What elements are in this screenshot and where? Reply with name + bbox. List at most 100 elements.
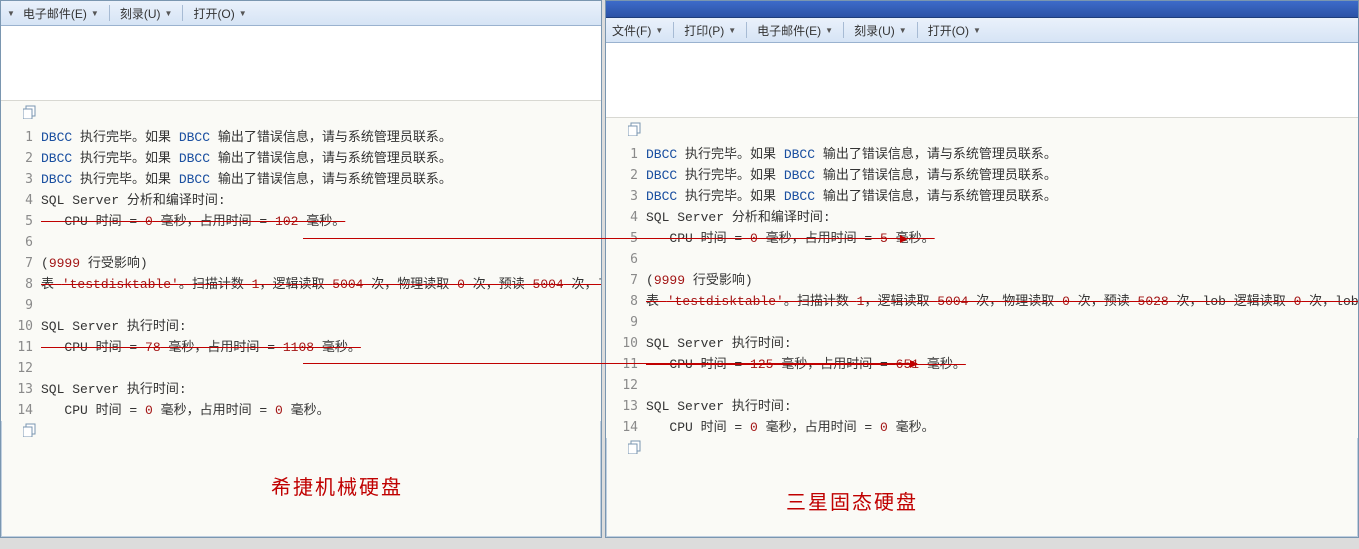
line-number: 3 [606,186,646,207]
line-text: CPU 时间 = 0 毫秒，占用时间 = 102 毫秒。 [41,211,345,232]
right-titlebar [606,1,1358,18]
line-text: SQL Server 执行时间: [646,396,792,417]
line-text: (9999 行受影响) [646,270,753,291]
line-number: 6 [1,232,41,253]
arrow-elapsed-exec [303,363,917,364]
code-line: 5 CPU 时间 = 0 毫秒，占用时间 = 102 毫秒。 [1,211,601,232]
line-text: DBCC 执行完毕。如果 DBCC 输出了错误信息，请与系统管理员联系。 [41,127,452,148]
line-text: SQL Server 执行时间: [41,316,187,337]
code-line: 13SQL Server 执行时间: [1,379,601,400]
toolbar-open[interactable]: 打开(O) ▼ [926,22,983,39]
line-text: 表 'testdisktable'。扫描计数 1，逻辑读取 5004 次，物理读… [646,291,1359,312]
line-text: SQL Server 执行时间: [41,379,187,400]
code-line: 6 [606,249,1358,270]
line-text: SQL Server 执行时间: [646,333,792,354]
toolbar-file[interactable]: 文件(F) ▼ [610,22,665,39]
code-line: 3DBCC 执行完毕。如果 DBCC 输出了错误信息，请与系统管理员联系。 [1,169,601,190]
dropdown-icon[interactable]: ▼ [7,9,15,18]
line-text: DBCC 执行完毕。如果 DBCC 输出了错误信息，请与系统管理员联系。 [646,165,1057,186]
code-line: 9 [606,312,1358,333]
arrow-elapsed-compile [303,238,907,239]
line-number: 10 [1,316,41,337]
copy-icon[interactable] [628,122,644,136]
line-number: 8 [606,291,646,312]
code-line: 14 CPU 时间 = 0 毫秒，占用时间 = 0 毫秒。 [1,400,601,421]
line-number: 7 [606,270,646,291]
line-text: SQL Server 分析和编译时间: [646,207,831,228]
toolbar-open[interactable]: 打开(O) ▼ [191,5,248,22]
code-line: 1DBCC 执行完毕。如果 DBCC 输出了错误信息，请与系统管理员联系。 [606,144,1358,165]
line-number: 2 [1,148,41,169]
code-line: 7(9999 行受影响) [1,253,601,274]
line-number: 14 [1,400,41,421]
code-line: 10SQL Server 执行时间: [606,333,1358,354]
line-number: 5 [1,211,41,232]
code-line: 11 CPU 时间 = 125 毫秒，占用时间 = 651 毫秒。 [606,354,1358,375]
copy-icon[interactable] [23,105,39,119]
toolbar-burn[interactable]: 刻录(U) ▼ [118,5,175,22]
code-line: 2DBCC 执行完毕。如果 DBCC 输出了错误信息，请与系统管理员联系。 [1,148,601,169]
line-number: 12 [606,375,646,396]
line-text: CPU 时间 = 78 毫秒，占用时间 = 1108 毫秒。 [41,337,361,358]
right-subtoolbar [606,43,1358,118]
code-line: 9 [1,295,601,316]
toolbar-email[interactable]: 电子邮件(E) ▼ [21,5,101,22]
line-number: 11 [1,337,41,358]
line-number: 14 [606,417,646,438]
code-line: 11 CPU 时间 = 78 毫秒，占用时间 = 1108 毫秒。 [1,337,601,358]
code-line: 12 [1,358,601,379]
line-number: 12 [1,358,41,379]
line-number: 1 [606,144,646,165]
code-line: 3DBCC 执行完毕。如果 DBCC 输出了错误信息，请与系统管理员联系。 [606,186,1358,207]
line-text: 表 'testdisktable'。扫描计数 1，逻辑读取 5004 次，物理读… [41,274,602,295]
line-number: 7 [1,253,41,274]
line-text: (9999 行受影响) [41,253,148,274]
canvas: ▼ 电子邮件(E) ▼ 刻录(U) ▼ 打开(O) ▼ 1DBCC 执行完毕。如… [0,0,1359,549]
left-code-area: 1DBCC 执行完毕。如果 DBCC 输出了错误信息，请与系统管理员联系。2DB… [1,101,601,421]
code-line: 8表 'testdisktable'。扫描计数 1，逻辑读取 5004 次，物理… [1,274,601,295]
right-toolbar: 文件(F) ▼ 打印(P) ▼ 电子邮件(E) ▼ 刻录(U) ▼ 打开(O) … [606,18,1358,43]
line-number: 9 [606,312,646,333]
code-line: 10SQL Server 执行时间: [1,316,601,337]
left-pane: ▼ 电子邮件(E) ▼ 刻录(U) ▼ 打开(O) ▼ 1DBCC 执行完毕。如… [0,0,602,538]
line-text: SQL Server 分析和编译时间: [41,190,226,211]
right-caption: 三星固态硬盘 [786,486,918,515]
code-line: 4SQL Server 分析和编译时间: [1,190,601,211]
line-text: DBCC 执行完毕。如果 DBCC 输出了错误信息，请与系统管理员联系。 [41,169,452,190]
line-text: CPU 时间 = 0 毫秒，占用时间 = 0 毫秒。 [41,400,330,421]
code-line: 6 [1,232,601,253]
line-number: 6 [606,249,646,270]
toolbar-burn[interactable]: 刻录(U) ▼ [852,22,909,39]
left-subtoolbar [1,26,601,101]
toolbar-email[interactable]: 电子邮件(E) ▼ [755,22,835,39]
code-line: 14 CPU 时间 = 0 毫秒，占用时间 = 0 毫秒。 [606,417,1358,438]
line-text: DBCC 执行完毕。如果 DBCC 输出了错误信息，请与系统管理员联系。 [41,148,452,169]
line-text: DBCC 执行完毕。如果 DBCC 输出了错误信息，请与系统管理员联系。 [646,186,1057,207]
code-line: 2DBCC 执行完毕。如果 DBCC 输出了错误信息，请与系统管理员联系。 [606,165,1358,186]
copy-icon[interactable] [628,440,644,454]
copy-icon[interactable] [23,423,39,437]
right-code-area: 1DBCC 执行完毕。如果 DBCC 输出了错误信息，请与系统管理员联系。2DB… [606,118,1358,438]
code-line: 12 [606,375,1358,396]
code-line: 4SQL Server 分析和编译时间: [606,207,1358,228]
code-line: 8表 'testdisktable'。扫描计数 1，逻辑读取 5004 次，物理… [606,291,1358,312]
left-toolbar: ▼ 电子邮件(E) ▼ 刻录(U) ▼ 打开(O) ▼ [1,1,601,26]
line-text: CPU 时间 = 0 毫秒，占用时间 = 0 毫秒。 [646,417,935,438]
line-number: 2 [606,165,646,186]
line-number: 11 [606,354,646,375]
code-line: 13SQL Server 执行时间: [606,396,1358,417]
line-number: 13 [606,396,646,417]
code-line: 1DBCC 执行完毕。如果 DBCC 输出了错误信息，请与系统管理员联系。 [1,127,601,148]
line-number: 10 [606,333,646,354]
left-caption: 希捷机械硬盘 [271,471,403,500]
line-number: 3 [1,169,41,190]
toolbar-print[interactable]: 打印(P) ▼ [682,22,738,39]
right-pane: 文件(F) ▼ 打印(P) ▼ 电子邮件(E) ▼ 刻录(U) ▼ 打开(O) … [605,0,1359,538]
line-number: 9 [1,295,41,316]
line-number: 4 [606,207,646,228]
line-text: DBCC 执行完毕。如果 DBCC 输出了错误信息，请与系统管理员联系。 [646,144,1057,165]
line-number: 1 [1,127,41,148]
line-number: 4 [1,190,41,211]
line-number: 8 [1,274,41,295]
line-number: 13 [1,379,41,400]
